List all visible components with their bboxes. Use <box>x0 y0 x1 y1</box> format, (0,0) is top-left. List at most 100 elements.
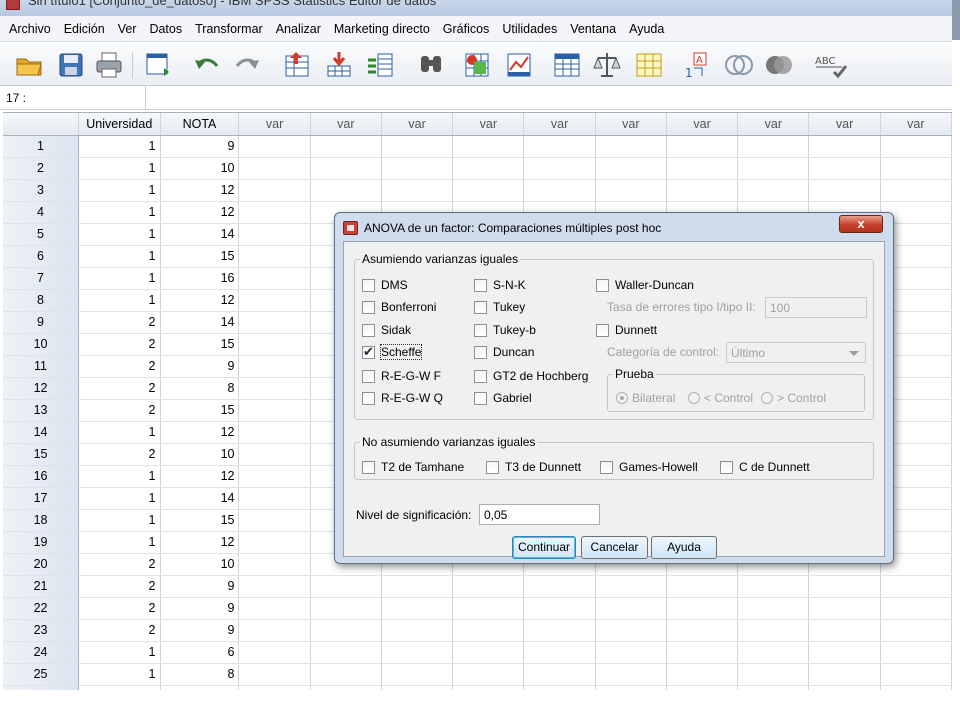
row-number-cell[interactable]: 9 <box>3 311 80 334</box>
checkbox-box[interactable] <box>362 369 375 383</box>
empty-cell[interactable] <box>381 597 454 620</box>
empty-cell[interactable] <box>310 575 382 598</box>
empty-cell[interactable] <box>381 135 454 158</box>
column-header-var[interactable]: var <box>880 113 952 136</box>
cell-universidad[interactable]: 2 <box>78 443 161 466</box>
row-number-cell[interactable]: 24 <box>3 641 80 664</box>
empty-cell[interactable] <box>880 641 952 664</box>
empty-cell[interactable] <box>737 663 810 686</box>
empty-cell[interactable] <box>880 619 952 642</box>
cell-universidad[interactable]: 1 <box>78 245 161 268</box>
empty-cell[interactable] <box>238 245 311 268</box>
empty-cell[interactable] <box>737 575 810 598</box>
weight-cases-icon[interactable] <box>592 50 622 80</box>
empty-cell[interactable] <box>238 663 311 686</box>
cell-universidad[interactable]: 2 <box>78 311 161 334</box>
insert-cases-icon[interactable] <box>462 50 492 80</box>
empty-cell[interactable] <box>737 619 810 642</box>
cell-universidad[interactable]: 1 <box>78 289 161 312</box>
empty-cell[interactable] <box>238 311 311 334</box>
insert-variable-icon[interactable] <box>504 50 534 80</box>
empty-cell[interactable] <box>310 619 382 642</box>
cell-nota[interactable]: 14 <box>160 223 240 246</box>
empty-cell[interactable] <box>452 179 525 202</box>
empty-cell[interactable] <box>595 663 667 686</box>
row-number-cell[interactable]: 22 <box>3 597 80 620</box>
row-number-cell[interactable]: 20 <box>3 553 80 576</box>
variables-icon[interactable] <box>366 50 396 80</box>
table-row[interactable]: 22 2 9 <box>3 597 952 620</box>
gabriel-checkbox[interactable]: Gabriel <box>474 391 532 405</box>
radio-unselected[interactable] <box>761 392 773 404</box>
column-header-var[interactable]: var <box>808 113 881 136</box>
cell-universidad[interactable]: 2 <box>78 333 161 356</box>
cell-nota[interactable]: 10 <box>160 157 240 180</box>
cell-universidad[interactable]: 2 <box>78 597 161 620</box>
cell-nota[interactable]: 12 <box>160 179 240 202</box>
empty-cell[interactable] <box>737 157 810 180</box>
table-row[interactable]: 119 <box>3 135 952 158</box>
cell-nota[interactable]: 14 <box>160 487 240 510</box>
cell-universidad[interactable]: 1 <box>78 487 161 510</box>
row-number-cell[interactable]: 15 <box>3 443 80 466</box>
empty-cell[interactable] <box>880 157 952 180</box>
menu-analizar[interactable]: Analizar <box>271 22 326 36</box>
checkbox-box[interactable] <box>362 300 375 314</box>
cell-universidad[interactable]: 1 <box>78 663 161 686</box>
checkbox-box[interactable] <box>474 300 487 314</box>
empty-cell[interactable] <box>452 663 525 686</box>
empty-cell[interactable] <box>238 157 311 180</box>
redo-icon[interactable] <box>232 50 262 80</box>
row-number-cell[interactable]: 7 <box>3 267 80 290</box>
scheffe-checkbox[interactable]: Scheffe <box>362 344 423 360</box>
tukeyb-checkbox[interactable]: Tukey-b <box>474 323 536 337</box>
bonferroni-checkbox[interactable]: Bonferroni <box>362 300 436 314</box>
checkbox-box[interactable] <box>474 278 487 292</box>
empty-cell[interactable] <box>595 575 667 598</box>
menu-ayuda[interactable]: Ayuda <box>624 22 669 36</box>
empty-cell[interactable] <box>238 377 311 400</box>
dms-checkbox[interactable]: DMS <box>362 278 408 292</box>
empty-cell[interactable] <box>238 421 311 444</box>
empty-cell[interactable] <box>595 641 667 664</box>
row-number-cell[interactable]: 2 <box>3 157 80 180</box>
empty-cell[interactable] <box>880 135 952 158</box>
goto-variable-icon[interactable] <box>324 50 354 80</box>
menu-ventana[interactable]: Ventana <box>565 22 621 36</box>
goto-case-icon[interactable] <box>282 50 312 80</box>
empty-cell[interactable] <box>595 597 667 620</box>
empty-cell[interactable] <box>310 179 382 202</box>
checkbox-box[interactable] <box>474 323 487 337</box>
find-icon[interactable] <box>416 50 446 80</box>
empty-cell[interactable] <box>238 179 311 202</box>
row-number-cell[interactable]: 3 <box>3 179 80 202</box>
open-folder-icon[interactable] <box>14 50 44 80</box>
column-header-universidad[interactable]: Universidad <box>78 113 161 136</box>
empty-cell[interactable] <box>452 641 525 664</box>
empty-cell[interactable] <box>310 641 382 664</box>
radio-selected[interactable] <box>616 392 628 404</box>
cell-nota[interactable]: 9 <box>160 619 240 642</box>
regwf-checkbox[interactable]: R-E-G-W F <box>362 369 441 383</box>
cell-universidad[interactable]: 1 <box>78 179 161 202</box>
row-number-cell[interactable]: 19 <box>3 531 80 554</box>
row-number-cell[interactable]: 8 <box>3 289 80 312</box>
spell-check-icon[interactable]: ABC <box>812 50 852 80</box>
empty-cell[interactable] <box>666 157 739 180</box>
cell-nota[interactable]: 12 <box>160 201 240 224</box>
column-header-var[interactable]: var <box>666 113 739 136</box>
empty-cell[interactable] <box>523 575 596 598</box>
control-category-select[interactable]: Último <box>726 342 866 363</box>
checkbox-checked[interactable] <box>362 344 375 360</box>
empty-cell[interactable] <box>381 641 454 664</box>
empty-cell[interactable] <box>666 135 739 158</box>
column-header-var[interactable]: var <box>310 113 382 136</box>
dialog-recall-icon[interactable] <box>144 50 174 80</box>
dunnett-checkbox[interactable]: Dunnett <box>596 323 657 337</box>
empty-cell[interactable] <box>737 179 810 202</box>
empty-cell[interactable] <box>452 135 525 158</box>
empty-cell[interactable] <box>523 157 596 180</box>
cell-value-field[interactable] <box>148 86 952 109</box>
menu-archivo[interactable]: Archivo <box>4 22 56 36</box>
menu-ver[interactable]: Ver <box>113 22 142 36</box>
